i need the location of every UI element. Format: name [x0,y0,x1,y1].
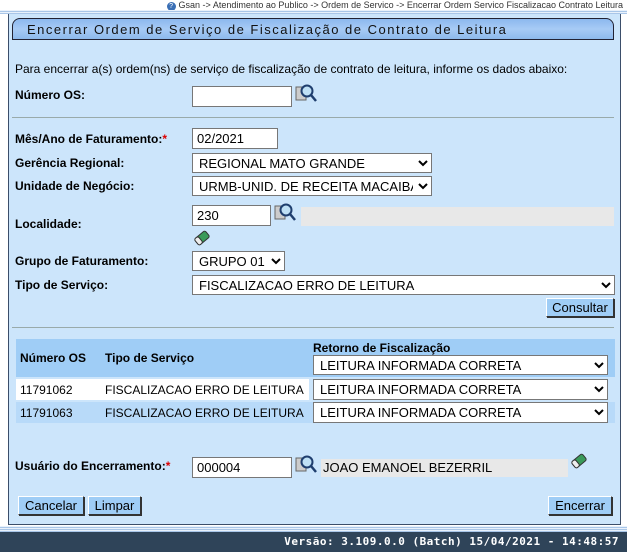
eraser-icon[interactable] [570,453,588,469]
grupo-label: Grupo de Faturamento: [15,254,149,268]
unidade-select[interactable]: URMB-UNID. DE RECEITA MACAIBA [192,176,432,196]
unidade-label: Unidade de Negócio: [15,179,135,193]
col-retorno-label: Retorno de Fiscalização [313,341,451,355]
version-footer: Versão: 3.109.0.0 (Batch) 15/04/2021 - 1… [0,532,627,552]
mes-ano-input[interactable] [192,128,278,149]
grupo-select[interactable]: GRUPO 01 [192,251,285,271]
search-usuario-icon[interactable] [295,454,317,474]
cell-numero: 11791062 [20,382,73,397]
gerencia-label: Gerência Regional: [15,156,125,170]
col-tipo-servico: Tipo de Serviço [101,339,309,377]
tipo-servico-label: Tipo de Serviço: [15,278,109,292]
table-row: 11791062 FISCALIZACAO ERRO DE LEITURA LE… [16,379,615,400]
col-numero-os: Número OS [16,339,101,377]
usuario-label: Usuário do Encerramento:* [15,459,170,473]
retorno-select[interactable]: LEITURA INFORMADA CORRETA [313,402,608,423]
usuario-input[interactable] [192,457,292,478]
divider [12,117,614,118]
consultar-button[interactable]: Consultar [546,298,614,317]
usuario-name: JOAO EMANOEL BEZERRIL [321,459,568,477]
cell-tipo: FISCALIZACAO ERRO DE LEITURA [105,382,304,397]
retorno-select[interactable]: LEITURA INFORMADA CORRETA [313,379,608,400]
mes-ano-label: Mês/Ano de Faturamento:* [15,132,167,146]
encerrar-button[interactable]: Encerrar [548,496,612,515]
page-title: Encerrar Ordem de Serviço de Fiscalizaçã… [12,18,614,40]
tipo-servico-select[interactable]: FISCALIZACAO ERRO DE LEITURA [192,275,615,295]
usuario-label-text: Usuário do Encerramento: [15,459,166,473]
numero-os-input[interactable] [192,86,292,107]
cell-tipo: FISCALIZACAO ERRO DE LEITURA [105,405,304,420]
os-table: Número OS Tipo de Serviço Retorno de Fis… [16,337,615,425]
search-localidade-icon[interactable] [274,202,296,222]
cancelar-button[interactable]: Cancelar [18,496,84,515]
cell-numero: 11791063 [20,405,73,420]
table-row: 11791063 FISCALIZACAO ERRO DE LEITURA LE… [16,402,615,423]
breadcrumb-text: Gsan -> Atendimento ao Publico -> Ordem … [178,0,623,10]
table-header: Número OS Tipo de Serviço Retorno de Fis… [16,339,615,377]
divider [12,327,614,328]
limpar-button[interactable]: Limpar [88,496,141,515]
localidade-label: Localidade: [15,217,82,231]
gerencia-select[interactable]: REGIONAL MATO GRANDE [192,153,432,173]
intro-text: Para encerrar a(s) ordem(ns) de serviço … [15,62,568,76]
col-retorno: Retorno de Fiscalização LEITURA INFORMADA… [309,339,615,377]
localidade-input[interactable] [192,205,271,226]
eraser-icon[interactable] [193,230,211,246]
required-mark: * [162,132,168,146]
mes-ano-label-text: Mês/Ano de Faturamento: [15,132,163,146]
retorno-all-select[interactable]: LEITURA INFORMADA CORRETA [313,355,608,375]
search-os-icon[interactable] [295,83,317,103]
required-mark: * [165,459,171,473]
numero-os-label: Número OS: [15,88,86,102]
localidade-description [301,207,614,226]
